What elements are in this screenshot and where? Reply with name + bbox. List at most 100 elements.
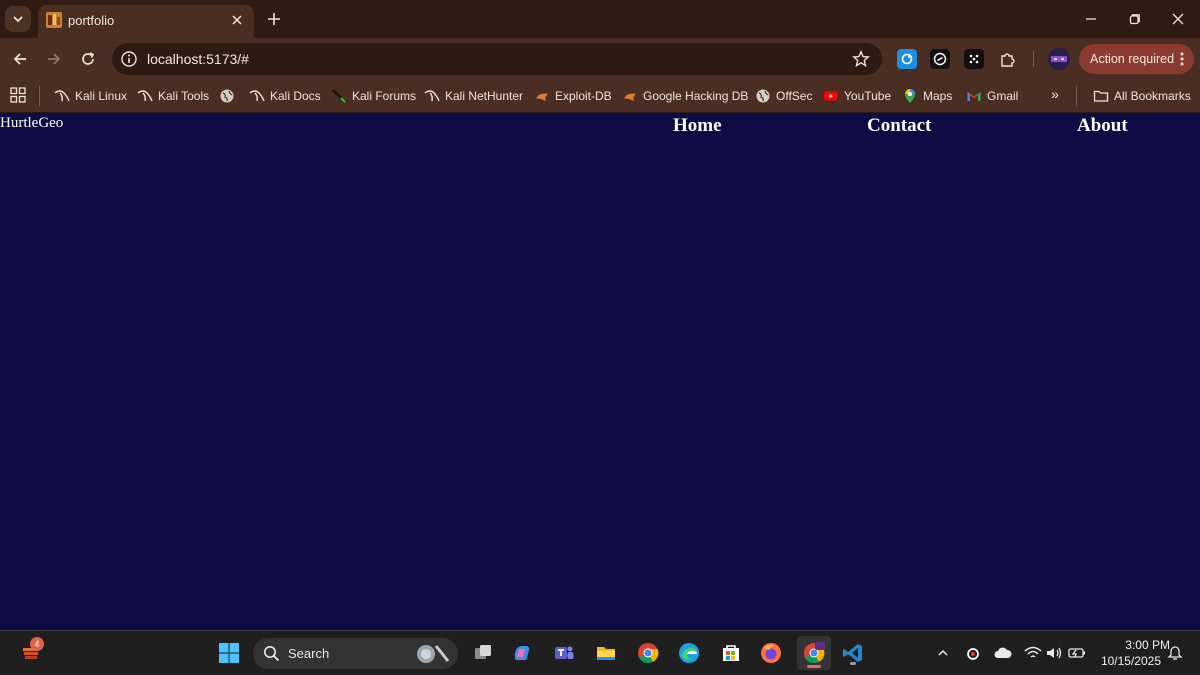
- cloud-icon: [994, 647, 1012, 658]
- clock-time[interactable]: 3:00 PM: [1110, 638, 1170, 652]
- close-icon: [1172, 13, 1184, 25]
- site-info-icon[interactable]: [120, 50, 138, 68]
- taskbar-file-explorer[interactable]: [592, 639, 620, 667]
- bell-icon: [1167, 646, 1183, 660]
- toolbar-divider: [1033, 51, 1034, 67]
- extensions-button[interactable]: [998, 49, 1018, 69]
- action-required-button[interactable]: Action required: [1079, 44, 1194, 74]
- restore-button[interactable]: [1115, 4, 1155, 34]
- bookmark-google-hacking-db[interactable]: Google Hacking DB: [622, 85, 748, 107]
- copilot-icon: [514, 646, 530, 661]
- running-indicator: [807, 665, 821, 668]
- wifi-signal-icon: [1024, 646, 1042, 658]
- taskbar-firefox[interactable]: [757, 639, 785, 667]
- taskbar-edge[interactable]: [675, 639, 703, 667]
- taskbar-chrome[interactable]: [634, 639, 662, 667]
- url-text[interactable]: localhost:5173/#: [147, 51, 249, 67]
- bookmark-label: Kali Tools: [158, 89, 210, 103]
- bookmark-label: Kali NetHunter: [445, 89, 524, 103]
- profile-avatar[interactable]: [1048, 48, 1070, 70]
- bookmark-label: YouTube: [844, 89, 892, 103]
- taskbar-chrome-profile-active[interactable]: [797, 636, 831, 670]
- onedrive-icon[interactable]: [994, 644, 1012, 662]
- chrome-icon: [638, 643, 659, 664]
- bookmark-kali-forums[interactable]: Kali Forums: [331, 85, 416, 107]
- tab-strip: portfolio: [0, 0, 1200, 38]
- bookmark-star-icon[interactable]: [852, 50, 870, 68]
- all-bookmarks-button[interactable]: All Bookmarks: [1093, 85, 1191, 107]
- bookmark-label: Maps: [923, 89, 953, 103]
- bookmarks-overflow-button[interactable]: »: [1046, 86, 1064, 106]
- arrow-right-icon: [48, 53, 61, 65]
- folder-icon: [1093, 88, 1109, 104]
- teams-icon: [555, 646, 574, 659]
- tray-app-icon[interactable]: [964, 644, 982, 662]
- forward-button[interactable]: [40, 45, 68, 73]
- taskbar-vscode[interactable]: [839, 639, 867, 667]
- store-icon: [723, 645, 739, 661]
- close-window-button[interactable]: [1158, 4, 1198, 34]
- tab-search-button[interactable]: [5, 6, 31, 32]
- taskbar-search-box[interactable]: Search: [253, 638, 458, 669]
- reload-button[interactable]: [74, 45, 102, 73]
- bookmark-kali-linux[interactable]: Kali Linux: [54, 85, 127, 107]
- bookmark-kali-nethunter[interactable]: Kali NetHunter: [424, 85, 523, 107]
- volume-icon[interactable]: [1046, 644, 1064, 662]
- plus-icon: [268, 13, 280, 25]
- taskbar-copilot[interactable]: [508, 639, 536, 667]
- kali-dragon-icon: [137, 88, 153, 104]
- active-tab[interactable]: portfolio: [38, 5, 254, 38]
- taskbar-teams[interactable]: [550, 639, 578, 667]
- clock-date[interactable]: 10/15/2025: [1095, 654, 1161, 668]
- minimize-button[interactable]: [1071, 4, 1111, 34]
- nav-link-contact[interactable]: Contact: [867, 115, 931, 137]
- taskbar-store[interactable]: [717, 639, 745, 667]
- show-hidden-icons-button[interactable]: [934, 644, 952, 662]
- vscode-icon: [843, 644, 862, 662]
- bookmark-label: Exploit-DB: [555, 89, 612, 103]
- speaker-icon: [1047, 647, 1062, 659]
- bookmark-youtube[interactable]: YouTube: [823, 85, 891, 107]
- maps-icon: [902, 88, 918, 104]
- bookmark-kali-tools[interactable]: Kali Tools: [137, 85, 209, 107]
- bookmark-kali-docs[interactable]: Kali Docs: [249, 85, 321, 107]
- notifications-button[interactable]: [1166, 644, 1184, 662]
- battery-icon[interactable]: [1068, 644, 1086, 662]
- search-icon: [264, 646, 280, 662]
- wifi-icon[interactable]: [1024, 644, 1042, 662]
- site-brand[interactable]: HurtleGeo: [0, 115, 63, 132]
- bookmark-label: OffSec: [776, 89, 813, 103]
- nav-link-home[interactable]: Home: [673, 115, 722, 137]
- minimize-icon: [1086, 18, 1096, 20]
- folder-icon: [597, 647, 615, 660]
- gmail-icon: [966, 88, 982, 104]
- apps-grid-icon[interactable]: [10, 87, 26, 103]
- dots-icon: [969, 54, 979, 64]
- back-button[interactable]: [6, 45, 34, 73]
- tab-close-button[interactable]: [228, 11, 246, 29]
- action-required-label: Action required: [1090, 52, 1175, 66]
- kali-dragon-icon: [249, 88, 265, 104]
- avatar-image-icon: [1048, 48, 1070, 70]
- kali-dragon-icon: [424, 88, 440, 104]
- bookmark-maps[interactable]: Maps: [902, 85, 952, 107]
- nav-link-about[interactable]: About: [1077, 115, 1128, 137]
- task-view-icon: [475, 645, 491, 659]
- extension-dots-icon[interactable]: [964, 49, 984, 69]
- bookmark-gmail[interactable]: Gmail: [966, 85, 1018, 107]
- chrome-profile-icon: [804, 642, 825, 664]
- bookmark-label: Google Hacking DB: [643, 89, 749, 103]
- new-tab-button[interactable]: [262, 7, 286, 31]
- bookmark-exploit-db[interactable]: Exploit-DB: [534, 85, 612, 107]
- extension-switch-icon[interactable]: [930, 49, 950, 69]
- extension-blue-icon[interactable]: [897, 49, 917, 69]
- restore-icon: [1129, 14, 1140, 25]
- bookmark-label: Kali Linux: [75, 89, 128, 103]
- bookmark-offsec[interactable]: OffSec: [755, 85, 812, 107]
- edge-icon: [679, 643, 699, 663]
- battery-charging-icon: [1068, 648, 1085, 658]
- bookmark-globe[interactable]: [219, 85, 235, 107]
- address-bar[interactable]: localhost:5173/#: [112, 43, 882, 75]
- task-view-button[interactable]: [469, 639, 497, 667]
- start-button[interactable]: [215, 639, 243, 667]
